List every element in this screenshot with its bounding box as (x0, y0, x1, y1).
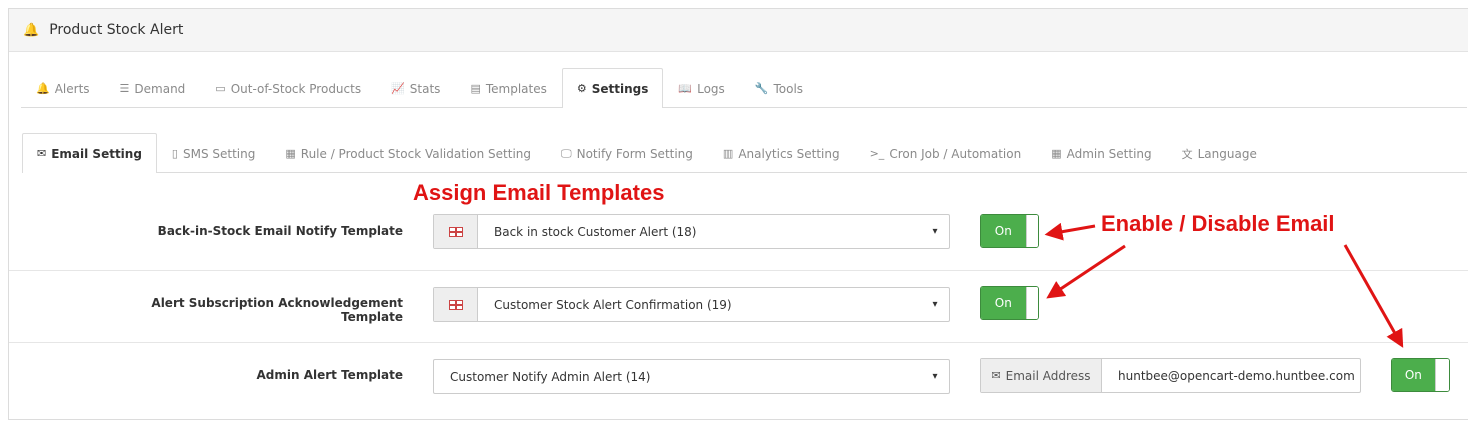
main-tabs: 🔔 Alerts ☰ Demand ▭ Out-of-Stock Products 📈… (21, 68, 1467, 108)
admin-email-field[interactable]: huntbee@opencart-demo.huntbee.com (1102, 369, 1355, 383)
tab-cron-job-automation[interactable]: >_ Cron Job / Automation (855, 134, 1037, 172)
admin-alert-template-label: Admin Alert Template (256, 368, 404, 382)
email-address-label: Email Address (1005, 368, 1091, 383)
cog-icon: ⚙ (576, 82, 587, 95)
select-value: Customer Stock Alert Confirmation (19) (494, 297, 732, 312)
tab-analytics-setting[interactable]: ▥ Analytics Setting (708, 134, 855, 172)
tab-demand[interactable]: ☰ Demand (105, 69, 201, 107)
select-value: Customer Notify Admin Alert (14) (450, 369, 651, 384)
back-in-stock-email-toggle[interactable]: On (980, 214, 1039, 248)
toggle-knob (1025, 287, 1038, 319)
row-divider (9, 270, 1468, 271)
tab-logs[interactable]: 📖 Logs (663, 69, 739, 107)
terminal-icon: >_ (869, 147, 885, 160)
line-chart-icon: 📈 (391, 82, 405, 95)
calculator-icon: ▦ (285, 147, 296, 160)
language-flag-addon (434, 215, 478, 248)
chevron-down-icon: ▾ (932, 226, 938, 237)
chevron-down-icon: ▾ (932, 299, 938, 310)
tab-out-of-stock-products[interactable]: ▭ Out-of-Stock Products (200, 69, 376, 107)
panel-title: Product Stock Alert (49, 22, 184, 38)
tab-language[interactable]: 文 Language (1167, 134, 1272, 172)
select-value: Back in stock Customer Alert (18) (494, 224, 697, 239)
enable-disable-email-annotation: Enable / Disable Email (1101, 211, 1335, 236)
assign-email-templates-annotation: Assign Email Templates (413, 180, 665, 205)
list-icon: ☰ (119, 82, 130, 95)
toggle-on-label: On (981, 215, 1026, 247)
uk-flag-icon (448, 299, 463, 310)
toggle-knob (1434, 359, 1449, 391)
chevron-down-icon: ▾ (932, 371, 938, 382)
tab-tools[interactable]: 🔧 Tools (740, 69, 818, 107)
row-divider (9, 342, 1468, 343)
bell-icon: 🔔 (36, 82, 50, 95)
toggle-on-label: On (1392, 359, 1435, 391)
tab-notify-form-setting[interactable]: 🖵 Notify Form Setting (546, 134, 708, 172)
tab-stats[interactable]: 📈 Stats (376, 69, 455, 107)
tab-sms-setting[interactable]: ▯ SMS Setting (157, 134, 270, 172)
tab-rule-validation-setting[interactable]: ▦ Rule / Product Stock Validation Setting (270, 134, 546, 172)
tab-settings[interactable]: ⚙ Settings (561, 68, 664, 108)
envelope-icon: ✉ (991, 369, 1001, 382)
bell-icon: 🔔 (23, 22, 40, 38)
back-in-stock-template-label: Back-in-Stock Email Notify Template (157, 224, 403, 238)
acknowledgement-template-label: Alert Subscription Acknowledgement Templ… (151, 296, 403, 324)
uk-flag-icon (448, 226, 463, 237)
language-flag-addon (434, 288, 478, 321)
admin-alert-template-select[interactable]: Customer Notify Admin Alert (14) ▾ (433, 359, 950, 394)
admin-alert-email-toggle[interactable]: On (1391, 358, 1450, 392)
bar-chart-icon: ▥ (722, 147, 734, 160)
acknowledgement-email-toggle[interactable]: On (980, 286, 1039, 320)
admin-email-input-group: ✉ Email Address huntbee@opencart-demo.hu… (980, 358, 1361, 393)
email-address-addon: ✉ Email Address (981, 359, 1102, 392)
book-icon: 📖 (678, 82, 693, 95)
table-icon: ▦ (1051, 147, 1062, 160)
tab-email-setting[interactable]: ✉ Email Setting (22, 133, 157, 173)
tab-admin-setting[interactable]: ▦ Admin Setting (1036, 134, 1166, 172)
battery-empty-icon: ▭ (215, 82, 226, 95)
panel-heading: 🔔 Product Stock Alert (9, 9, 1468, 52)
language-icon: 文 (1181, 147, 1193, 161)
envelope-icon: ✉ (37, 147, 47, 160)
list-alt-icon: ▤ (470, 82, 481, 95)
desktop-icon: 🖵 (561, 146, 572, 160)
back-in-stock-template-select[interactable]: Back in stock Customer Alert (18) ▾ (433, 214, 950, 249)
toggle-on-label: On (981, 287, 1026, 319)
acknowledgement-template-select[interactable]: Customer Stock Alert Confirmation (19) ▾ (433, 287, 950, 322)
mobile-icon: ▯ (171, 147, 178, 160)
settings-sub-tabs: ✉ Email Setting ▯ SMS Setting ▦ Rule / Prod… (22, 133, 1467, 173)
wrench-icon: 🔧 (754, 82, 769, 95)
tab-alerts[interactable]: 🔔 Alerts (21, 69, 105, 107)
toggle-knob (1025, 215, 1038, 247)
tab-templates[interactable]: ▤ Templates (455, 69, 561, 107)
